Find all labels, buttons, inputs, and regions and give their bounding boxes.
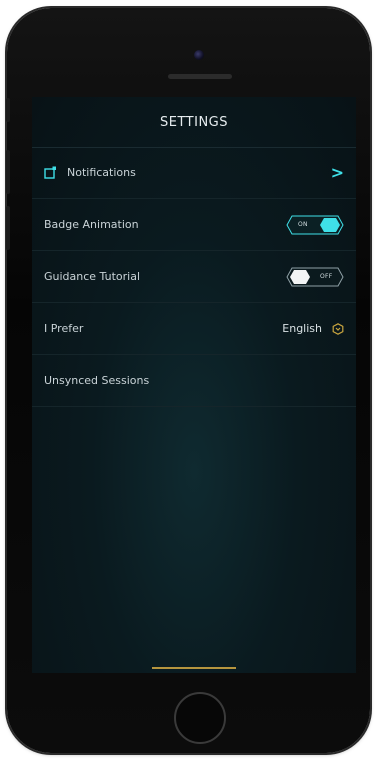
settings-title: SETTINGS	[159, 114, 228, 130]
volume-up-button	[6, 150, 10, 194]
language-value: English	[282, 322, 322, 335]
language-row[interactable]: I Prefer English	[32, 303, 356, 355]
volume-down-button	[6, 206, 10, 250]
earpiece-speaker	[168, 74, 232, 79]
notifications-row[interactable]: Notifications >	[32, 147, 356, 199]
badge-animation-row: Badge Animation ON	[32, 199, 356, 251]
unsynced-sessions-label: Unsynced Sessions	[44, 374, 150, 387]
badge-animation-toggle[interactable]: ON	[286, 215, 344, 235]
guidance-tutorial-row: Guidance Tutorial OFF	[32, 251, 356, 303]
notifications-label: Notifications	[67, 166, 136, 179]
settings-screen: SETTINGS Notifications > Badge Animation…	[32, 97, 356, 673]
chevron-right-icon[interactable]: >	[331, 164, 344, 181]
page-title: SETTINGS	[32, 97, 356, 148]
hexagon-dropdown-icon[interactable]	[332, 322, 344, 335]
toggle-on-text: ON	[298, 220, 308, 228]
guidance-tutorial-label: Guidance Tutorial	[44, 270, 140, 283]
notification-square-icon	[44, 166, 57, 179]
home-indicator	[152, 667, 236, 669]
language-label: I Prefer	[44, 322, 84, 335]
unsynced-sessions-row[interactable]: Unsynced Sessions	[32, 355, 356, 407]
guidance-tutorial-toggle[interactable]: OFF	[286, 267, 344, 287]
front-camera	[194, 50, 204, 60]
toggle-off-text: OFF	[320, 272, 333, 280]
home-button[interactable]	[174, 692, 226, 744]
badge-animation-label: Badge Animation	[44, 218, 139, 231]
mute-switch	[6, 98, 10, 122]
